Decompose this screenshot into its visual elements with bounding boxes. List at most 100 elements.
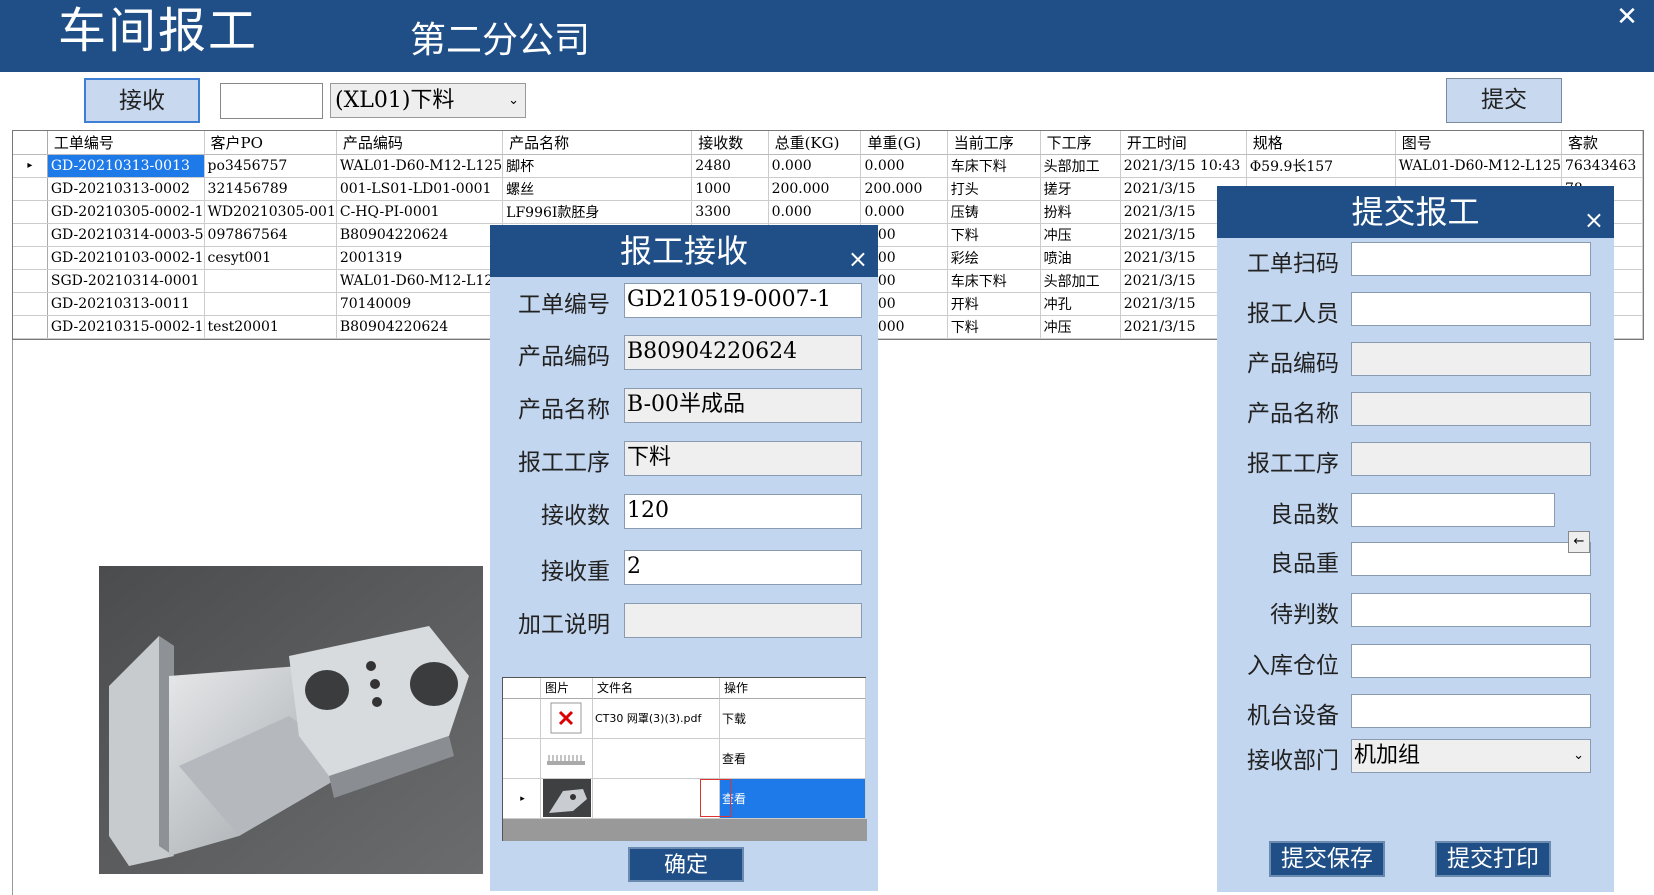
table-cell[interactable]: 压铸 <box>947 200 1041 224</box>
submit-save-button[interactable]: 提交保存 <box>1269 841 1385 877</box>
table-cell[interactable]: 车床下料 <box>947 154 1041 178</box>
submit-field-input[interactable] <box>1351 442 1591 476</box>
submit-field-input[interactable] <box>1351 542 1591 576</box>
table-cell[interactable]: Φ59.9长157 <box>1246 154 1396 178</box>
column-header[interactable]: 产品名称 <box>502 131 693 155</box>
table-cell[interactable]: 冲压 <box>1040 223 1121 247</box>
table-cell[interactable]: cesyt001 <box>204 246 337 270</box>
column-header[interactable]: 规格 <box>1246 131 1396 155</box>
table-cell[interactable]: 彩绘 <box>947 246 1041 270</box>
row-header[interactable] <box>13 315 48 339</box>
column-header[interactable]: 总重(KG) <box>768 131 862 155</box>
column-header[interactable]: 接收数 <box>691 131 769 155</box>
receive-field-input[interactable]: B80904220624 <box>624 335 862 370</box>
table-cell[interactable]: 001-LS01-LD01-0001 <box>336 177 504 201</box>
table-cell[interactable]: GD-20210313-0002 <box>47 177 205 201</box>
column-header[interactable]: 客户PO <box>204 131 337 155</box>
row-header[interactable] <box>13 177 48 201</box>
close-icon[interactable]: ✕ <box>1612 2 1642 32</box>
table-cell[interactable]: 200.000 <box>860 177 948 201</box>
submit-field-input[interactable] <box>1351 593 1591 627</box>
table-cell[interactable]: 2021/3/15 10:43 <box>1120 154 1247 178</box>
column-header[interactable]: 客款 <box>1561 131 1643 155</box>
row-header[interactable] <box>13 269 48 293</box>
current-row-marker-icon[interactable]: ▸ <box>13 154 48 178</box>
table-cell[interactable]: 螺丝 <box>502 177 693 201</box>
table-cell[interactable] <box>204 269 337 293</box>
column-header[interactable]: 当前工序 <box>947 131 1041 155</box>
table-cell[interactable]: 冲压 <box>1040 315 1121 339</box>
table-cell[interactable]: test20001 <box>204 315 337 339</box>
table-cell[interactable]: SGD-20210314-0001 <box>47 269 205 293</box>
receive-field-input[interactable]: GD210519-0007-1 <box>624 283 862 318</box>
table-cell[interactable]: 搓牙 <box>1040 177 1121 201</box>
table-cell[interactable]: 0.000 <box>860 154 948 178</box>
submit-field-input[interactable] <box>1351 242 1591 276</box>
table-cell[interactable]: GD-20210313-0013 <box>47 154 205 178</box>
table-cell[interactable]: 头部加工 <box>1040 269 1121 293</box>
receive-field-input[interactable]: B-00半成品 <box>624 388 862 423</box>
row-header[interactable] <box>13 246 48 270</box>
table-cell[interactable]: po3456757 <box>204 154 337 178</box>
table-cell[interactable]: 下料 <box>947 315 1041 339</box>
submit-field-input[interactable] <box>1351 392 1591 426</box>
table-cell[interactable]: 开料 <box>947 292 1041 316</box>
view-link[interactable]: 查看 <box>720 739 866 779</box>
table-cell[interactable]: 0.000 <box>768 154 862 178</box>
table-cell[interactable]: 扮料 <box>1040 200 1121 224</box>
ok-button[interactable]: 确定 <box>628 847 744 882</box>
submit-field-input[interactable] <box>1351 292 1591 326</box>
table-cell[interactable]: 2001319 <box>336 246 504 270</box>
receive-field-input[interactable] <box>624 603 862 638</box>
receive-field-input[interactable]: 120 <box>624 494 862 529</box>
column-header[interactable]: 工单编号 <box>47 131 205 155</box>
table-cell[interactable]: 车床下料 <box>947 269 1041 293</box>
submit-button[interactable]: 提交 <box>1446 78 1562 123</box>
row-header[interactable] <box>13 292 48 316</box>
receive-button[interactable]: 接收 <box>84 78 200 123</box>
row-header[interactable] <box>13 200 48 224</box>
table-cell[interactable]: 喷油 <box>1040 246 1121 270</box>
submit-field-input[interactable] <box>1351 694 1591 728</box>
table-row[interactable]: ▸ GD-20210313-0013 po3456757 WAL01-D60-M12-… <box>13 154 1643 178</box>
row-header[interactable] <box>13 223 48 247</box>
submit-field-input[interactable] <box>1351 644 1591 678</box>
table-cell[interactable]: 打头 <box>947 177 1041 201</box>
table-cell[interactable]: 0.000 <box>768 200 862 224</box>
table-cell[interactable]: GD-20210313-0011 <box>47 292 205 316</box>
table-cell[interactable]: WAL01-D60-M12-L125 <box>336 269 504 293</box>
receive-field-input[interactable]: 2 <box>624 550 862 585</box>
table-cell[interactable]: 76343463 <box>1561 154 1643 178</box>
table-cell[interactable]: 70140009 <box>336 292 504 316</box>
table-cell[interactable]: 3300 <box>691 200 769 224</box>
receive-field-input[interactable]: 下料 <box>624 441 862 476</box>
download-link[interactable]: 下载 <box>720 699 866 739</box>
column-header[interactable]: 产品编码 <box>336 131 504 155</box>
table-cell[interactable]: 头部加工 <box>1040 154 1121 178</box>
arrow-left-icon[interactable]: ← <box>1568 531 1590 553</box>
table-cell[interactable]: 1000 <box>691 177 769 201</box>
table-cell[interactable]: 321456789 <box>204 177 337 201</box>
submit-field-input[interactable] <box>1351 342 1591 376</box>
submit-field-input[interactable] <box>1351 493 1555 527</box>
table-cell[interactable]: WD20210305-001 <box>204 200 337 224</box>
scan-input[interactable] <box>220 83 323 119</box>
column-header[interactable]: 图号 <box>1395 131 1563 155</box>
table-cell[interactable]: WAL01-D60-M12-L125 <box>336 154 504 178</box>
department-select[interactable]: 机加组 ⌄ <box>1351 739 1591 773</box>
table-cell[interactable]: B80904220624 <box>336 315 504 339</box>
attachment-grid[interactable]: 图片 文件名 操作 CT30 网罩(3)(3).pdf 下载 查看 ▸ 查看 <box>502 677 867 841</box>
table-cell[interactable]: WAL01-D60-M12-L125 <box>1395 154 1563 178</box>
close-icon[interactable]: × <box>848 233 868 285</box>
table-cell[interactable]: LF996I款胚身 <box>502 200 693 224</box>
table-cell[interactable]: 脚杯 <box>502 154 693 178</box>
table-cell[interactable]: 下料 <box>947 223 1041 247</box>
table-cell[interactable]: GD-20210315-0002-1 <box>47 315 205 339</box>
process-select[interactable]: (XL01)下料 ⌄ <box>330 83 526 118</box>
column-header[interactable]: 下工序 <box>1040 131 1121 155</box>
table-cell[interactable]: GD-20210314-0003-5 <box>47 223 205 247</box>
table-cell[interactable]: GD-20210305-0002-1 <box>47 200 205 224</box>
submit-print-button[interactable]: 提交打印 <box>1435 841 1551 877</box>
table-cell[interactable]: 097867564 <box>204 223 337 247</box>
table-cell[interactable]: 200.000 <box>768 177 862 201</box>
